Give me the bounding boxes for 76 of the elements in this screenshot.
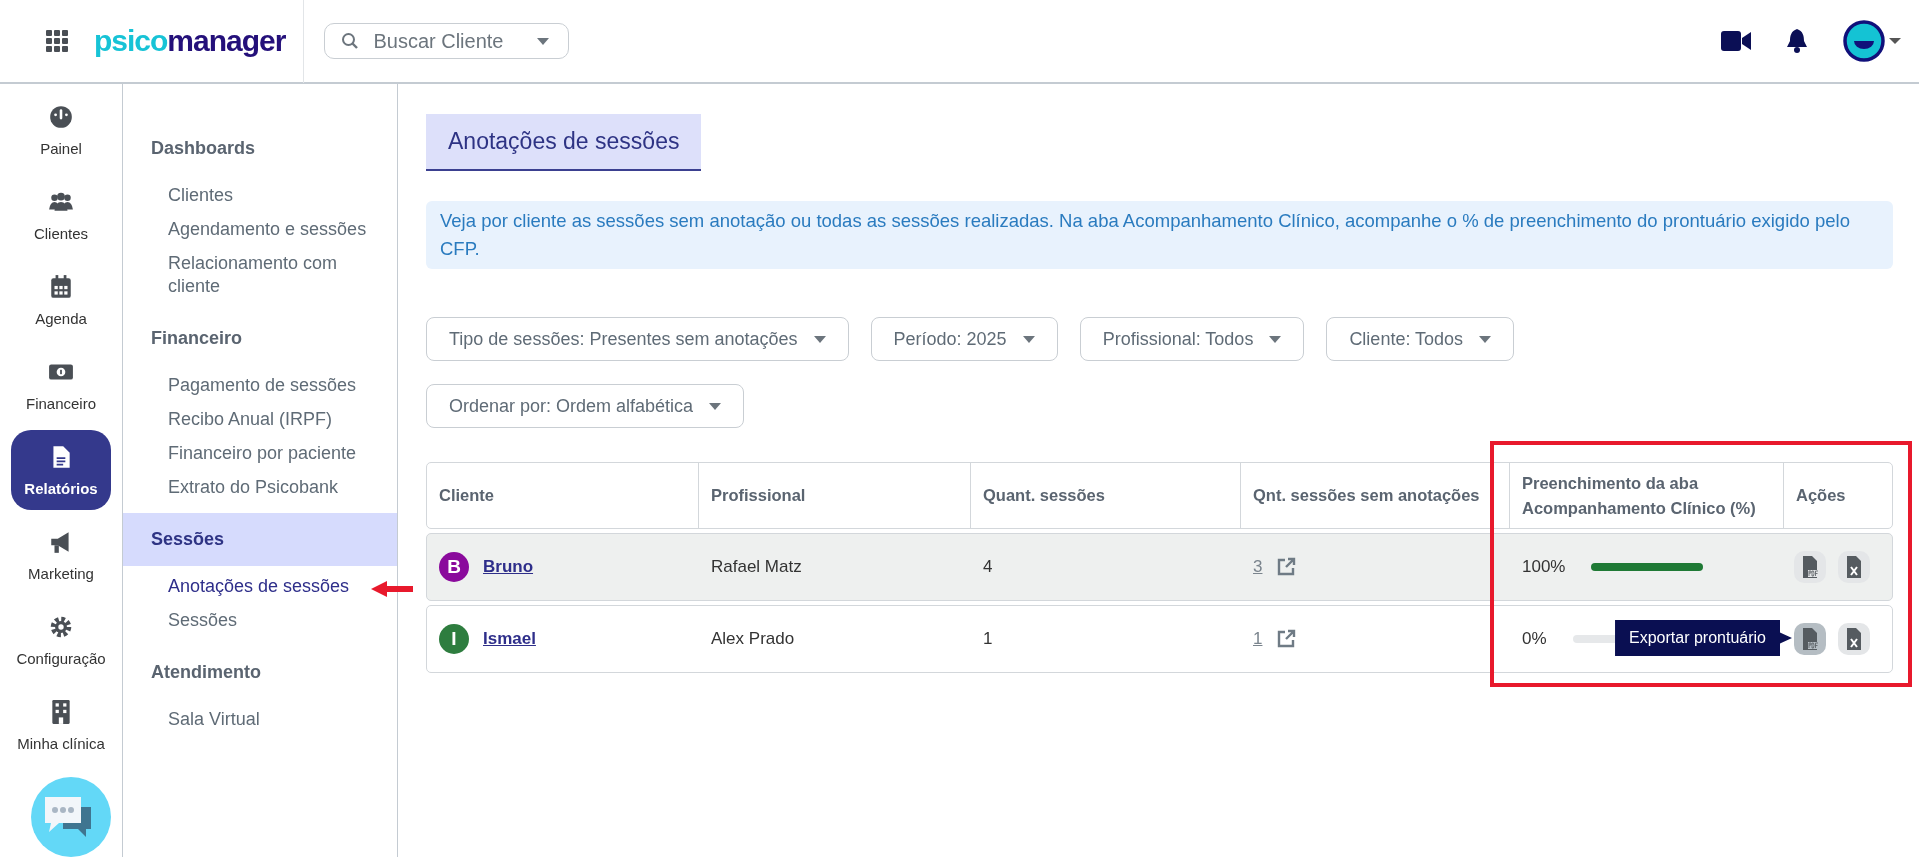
tooltip: Exportar prontuário — [1615, 620, 1792, 656]
apps-grid-icon[interactable] — [46, 30, 68, 52]
submenu-item[interactable]: Clientes — [123, 178, 236, 212]
search-icon — [341, 32, 360, 50]
search-input[interactable]: Buscar Cliente — [371, 28, 526, 54]
calendar-icon — [48, 273, 74, 300]
pdf-file-icon — [1801, 628, 1819, 650]
submenu-item[interactable]: Pagamento de sessões — [123, 368, 359, 402]
column-header: Preenchimento da aba Acompanhamento Clínico (%) — [1510, 463, 1784, 528]
column-header: Qnt. sessões sem anotações — [1241, 463, 1510, 528]
nav-rail-item[interactable]: Painel — [11, 90, 111, 170]
submenu-item[interactable]: Sessões — [123, 603, 240, 637]
table-row[interactable]: B Bruno Rafael Matz 4 3 100% — [426, 533, 1893, 601]
submenu-item[interactable]: Sala Virtual — [123, 702, 262, 736]
filter-dropdown[interactable]: Tipo de sessões: Presentes sem anotações — [426, 317, 849, 361]
filter-dropdown[interactable]: Profissional: Todos — [1079, 317, 1305, 361]
column-header: Ações — [1795, 485, 1847, 507]
table-cell: 4 — [983, 557, 993, 577]
spreadsheet-file-icon — [1845, 556, 1863, 578]
nav-rail-item[interactable]: Relatórios — [11, 430, 111, 510]
table-cell: Alex Prado — [711, 629, 795, 649]
submenu-section-header[interactable]: Financeiro — [123, 312, 397, 365]
export-pdf-button[interactable] — [1794, 551, 1826, 583]
column-header: Quant. sessões — [971, 463, 1241, 528]
column-header: Profissional — [699, 463, 971, 528]
nav-rail-item[interactable]: Configuração — [11, 600, 111, 680]
count-link[interactable]: 3 — [1253, 557, 1263, 577]
client-link[interactable]: Ismael — [483, 629, 536, 649]
column-header: Cliente — [427, 463, 699, 528]
nav-rail-item[interactable]: Clientes — [11, 175, 111, 255]
submenu-section-header[interactable]: Sessões — [123, 513, 397, 566]
table-cell: Rafael Matz — [711, 557, 802, 577]
chat-bubble-icon[interactable] — [31, 777, 111, 857]
gauge-icon — [48, 103, 74, 130]
external-link-icon[interactable] — [1276, 629, 1297, 649]
count-link[interactable]: 1 — [1253, 629, 1263, 649]
nav-rail-item[interactable]: Agenda — [11, 260, 111, 340]
pointer-arrow — [370, 579, 414, 599]
submenu-section-header[interactable]: Dashboards — [123, 122, 397, 175]
info-banner: Veja por cliente as sessões sem anotação ou todas as sessões realizadas. Na aba Acompanhamento Clínico, acompanhe o % de preenchimento do prontuário exigido pelo CFP. — [426, 201, 1893, 269]
nav-rail-item[interactable]: Marketing — [11, 515, 111, 595]
export-excel-button[interactable] — [1838, 623, 1870, 655]
submenu-item[interactable]: Agendamento e sessões — [123, 212, 369, 246]
external-link-icon[interactable] — [1276, 557, 1297, 577]
avatar-initial: B — [439, 552, 469, 582]
percentage-text: 100% — [1522, 557, 1566, 577]
filter-dropdown[interactable]: Cliente: Todos — [1326, 317, 1515, 361]
table-cell: 1 — [983, 629, 993, 649]
filter-dropdown[interactable]: Ordenar por: Ordem alfabética — [426, 384, 745, 428]
caret-icon — [1022, 335, 1035, 343]
nav-rail-item[interactable]: Financeiro — [11, 345, 111, 425]
client-link[interactable]: Bruno — [483, 557, 534, 577]
avatar-initial: I — [439, 624, 469, 654]
video-camera-icon[interactable] — [1721, 31, 1751, 51]
caret-icon — [537, 37, 550, 45]
submenu-item[interactable]: Financeiro por paciente — [123, 436, 359, 470]
caret-icon — [813, 335, 826, 343]
logo: psicomanager — [94, 24, 286, 58]
table-row[interactable]: I Ismael Alex Prado 1 1 0% Exportar prontuário — [426, 605, 1893, 673]
submenu-item[interactable]: Anotações de sessões — [123, 569, 352, 603]
notification-bell-icon[interactable] — [1785, 28, 1809, 54]
percentage-text: 0% — [1522, 629, 1547, 649]
submenu-item[interactable]: Extrato do Psicobank — [123, 470, 341, 504]
filter-dropdown[interactable]: Período: 2025 — [870, 317, 1058, 361]
caret-icon — [1269, 335, 1282, 343]
caret-icon — [1479, 335, 1492, 343]
pdf-file-icon — [1801, 556, 1819, 578]
export-excel-button[interactable] — [1838, 551, 1870, 583]
search-field[interactable]: Buscar Cliente — [324, 23, 570, 59]
submenu-item[interactable]: Recibo Anual (IRPF) — [123, 402, 335, 436]
user-avatar[interactable] — [1843, 20, 1901, 62]
caret-icon — [709, 402, 722, 410]
spreadsheet-file-icon — [1845, 628, 1863, 650]
nav-rail-item[interactable]: Minha clínica — [11, 685, 111, 765]
submenu-item[interactable]: Relacionamento com cliente — [123, 246, 370, 303]
submenu-section-header[interactable]: Atendimento — [123, 646, 397, 699]
